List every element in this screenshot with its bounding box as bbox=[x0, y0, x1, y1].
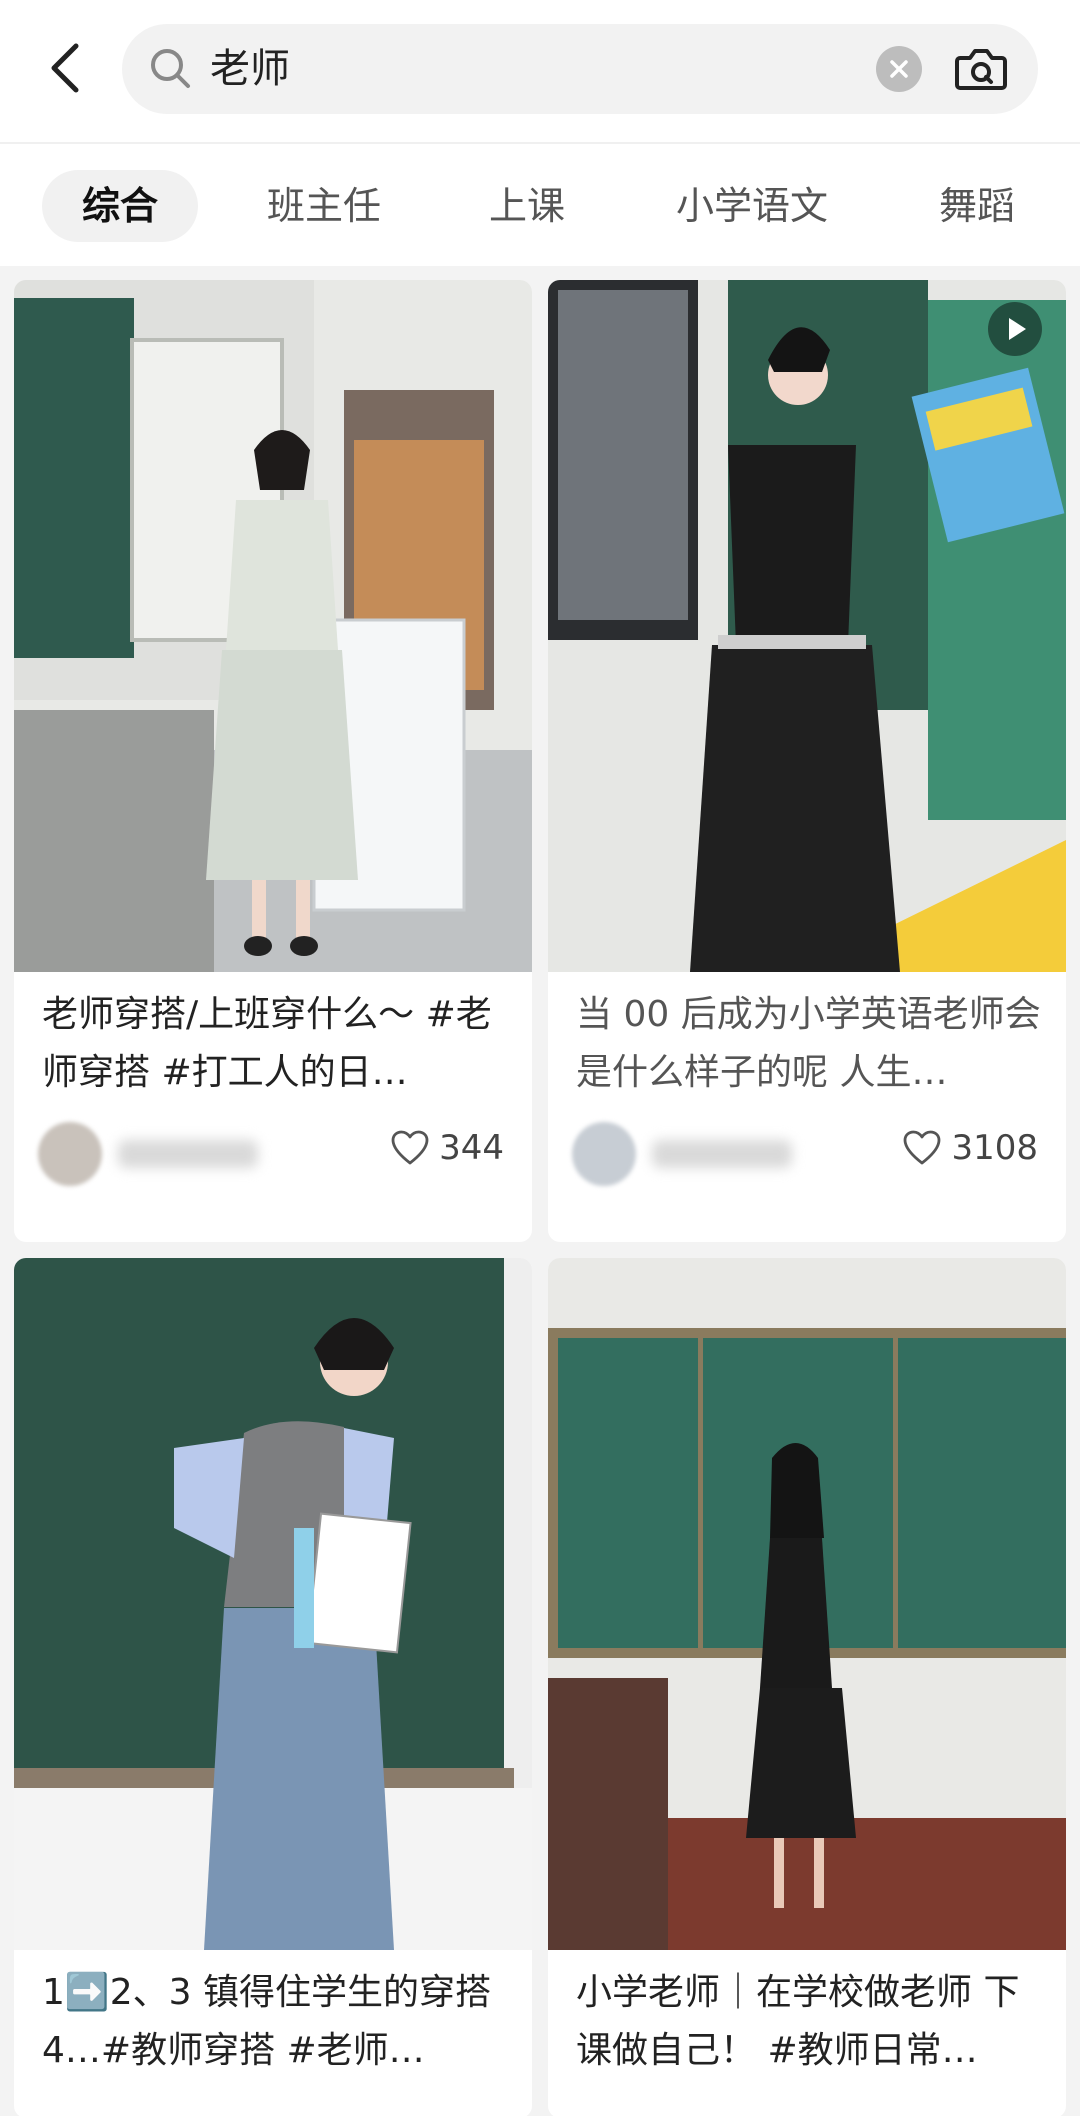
search-query-text[interactable]: 老师 bbox=[210, 42, 290, 96]
clear-icon[interactable] bbox=[876, 46, 922, 92]
camera-search-icon[interactable] bbox=[954, 44, 1008, 94]
search-icon bbox=[148, 46, 194, 92]
tab-comprehensive[interactable]: 综合 bbox=[42, 170, 198, 242]
author-info[interactable] bbox=[38, 1122, 258, 1186]
card-image[interactable] bbox=[14, 280, 532, 972]
feed-card[interactable]: 当 00 后成为小学英语老师会是什么样子的呢 人生… 3108 bbox=[548, 280, 1066, 1242]
category-tabs: 综合 班主任 上课 小学语文 舞蹈 bbox=[0, 142, 1080, 266]
avatar[interactable] bbox=[38, 1122, 102, 1186]
back-arrow-icon[interactable] bbox=[44, 38, 88, 98]
like-button[interactable]: 344 bbox=[391, 1128, 504, 1168]
card-title[interactable]: 1➡️2、3 镇得住学生的穿搭 4…#教师穿搭 #老师… bbox=[42, 1964, 512, 2080]
feed-card[interactable]: 小学老师｜在学校做老师 下课做自己！ #教师日常… bbox=[548, 1258, 1066, 2116]
card-title[interactable]: 小学老师｜在学校做老师 下课做自己！ #教师日常… bbox=[576, 1964, 1046, 2080]
avatar[interactable] bbox=[572, 1122, 636, 1186]
tab-primary-chinese[interactable]: 小学语文 bbox=[660, 170, 844, 242]
like-button[interactable]: 3108 bbox=[903, 1128, 1038, 1168]
feed-card[interactable]: 1➡️2、3 镇得住学生的穿搭 4…#教师穿搭 #老师… bbox=[14, 1258, 532, 2116]
card-title[interactable]: 老师穿搭/上班穿什么～ #老师穿搭 #打工人的日… bbox=[42, 986, 512, 1102]
card-image[interactable] bbox=[548, 280, 1066, 972]
tab-dance[interactable]: 舞蹈 bbox=[920, 170, 1034, 242]
card-title[interactable]: 当 00 后成为小学英语老师会是什么样子的呢 人生… bbox=[576, 986, 1046, 1102]
card-image[interactable] bbox=[14, 1258, 532, 1950]
search-header: 老师 bbox=[0, 0, 1080, 142]
like-count: 3108 bbox=[951, 1128, 1038, 1168]
author-name-blurred bbox=[652, 1140, 792, 1168]
feed-card[interactable]: 老师穿搭/上班穿什么～ #老师穿搭 #打工人的日… 344 bbox=[14, 280, 532, 1242]
like-count: 344 bbox=[439, 1128, 504, 1168]
tab-class[interactable]: 上课 bbox=[470, 170, 584, 242]
heart-icon bbox=[391, 1130, 429, 1165]
tab-head-teacher[interactable]: 班主任 bbox=[250, 170, 398, 242]
author-info[interactable] bbox=[572, 1122, 792, 1186]
card-image[interactable] bbox=[548, 1258, 1066, 1950]
author-name-blurred bbox=[118, 1140, 258, 1168]
search-input[interactable]: 老师 bbox=[122, 24, 1038, 114]
heart-icon bbox=[904, 1130, 941, 1165]
play-icon[interactable] bbox=[988, 302, 1042, 356]
